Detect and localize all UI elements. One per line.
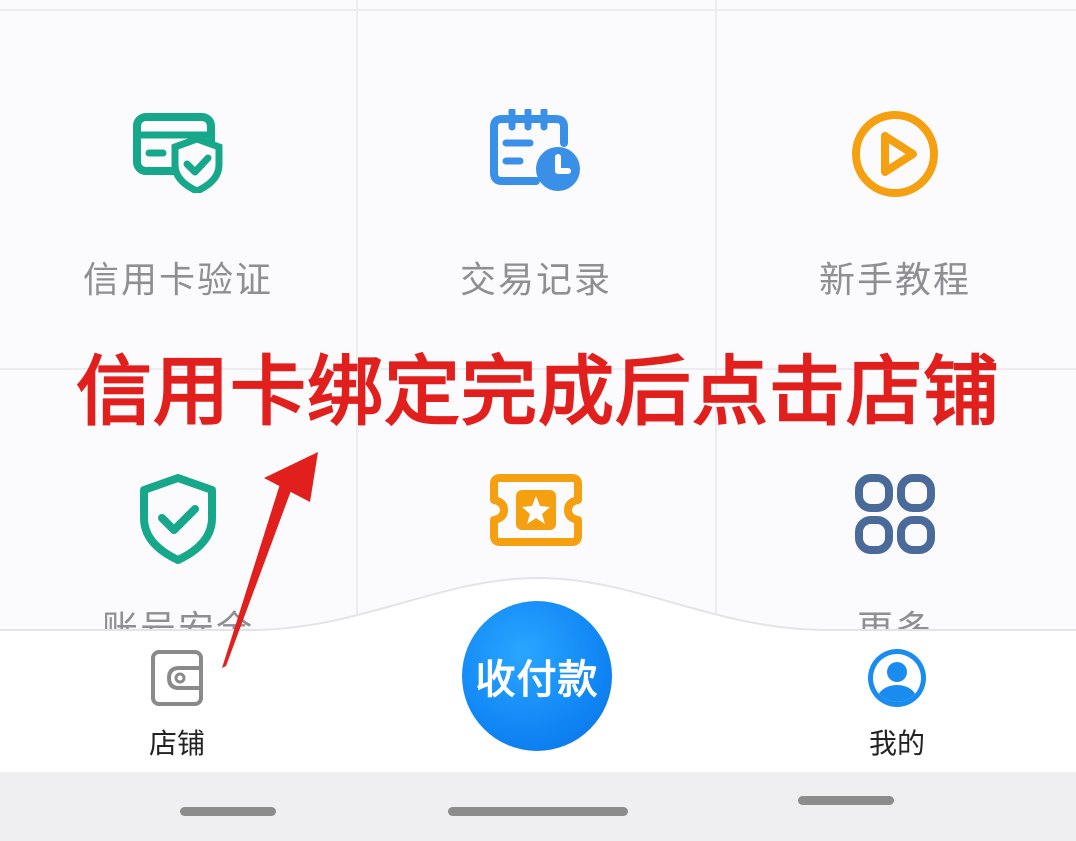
shield-check-icon (138, 474, 218, 568)
grid-item-label: 新手教程 (818, 260, 971, 301)
grid-item-transaction-records[interactable]: 交易记录 (358, 11, 714, 369)
nav-menu-handle[interactable] (180, 807, 276, 816)
grid-item-beginner-tutorial[interactable]: 新手教程 (717, 11, 1073, 369)
grid-item-label: 信用卡验证 (82, 260, 273, 301)
grid-item-credit-card-verify[interactable]: 信用卡验证 (0, 11, 356, 369)
grid-four-icon (855, 474, 935, 558)
card-shield-icon (133, 109, 223, 197)
tab-store[interactable]: 店铺 (97, 648, 257, 762)
grid-item-label: 交易记录 (459, 260, 612, 301)
wallet-icon (151, 650, 203, 706)
tab-mine-label: 我的 (868, 727, 925, 760)
ticket-star-icon (490, 474, 582, 550)
pay-receive-button[interactable]: 收付款 (462, 601, 612, 751)
system-navigation-bar (0, 772, 1076, 841)
play-circle-icon (850, 109, 940, 203)
calendar-clock-icon (490, 107, 582, 199)
tab-store-label: 店铺 (148, 727, 205, 760)
tab-mine[interactable]: 我的 (817, 648, 977, 762)
nav-home-handle[interactable] (448, 807, 628, 816)
user-avatar-icon (868, 649, 926, 707)
app-screen: 信用卡验证 交易记录 新手教程 账号安全 更多 信用卡绑定完成后点击店铺 店铺 … (0, 0, 1076, 841)
nav-back-handle[interactable] (798, 796, 894, 805)
annotation-text: 信用卡绑定完成后点击店铺 (76, 347, 1000, 436)
